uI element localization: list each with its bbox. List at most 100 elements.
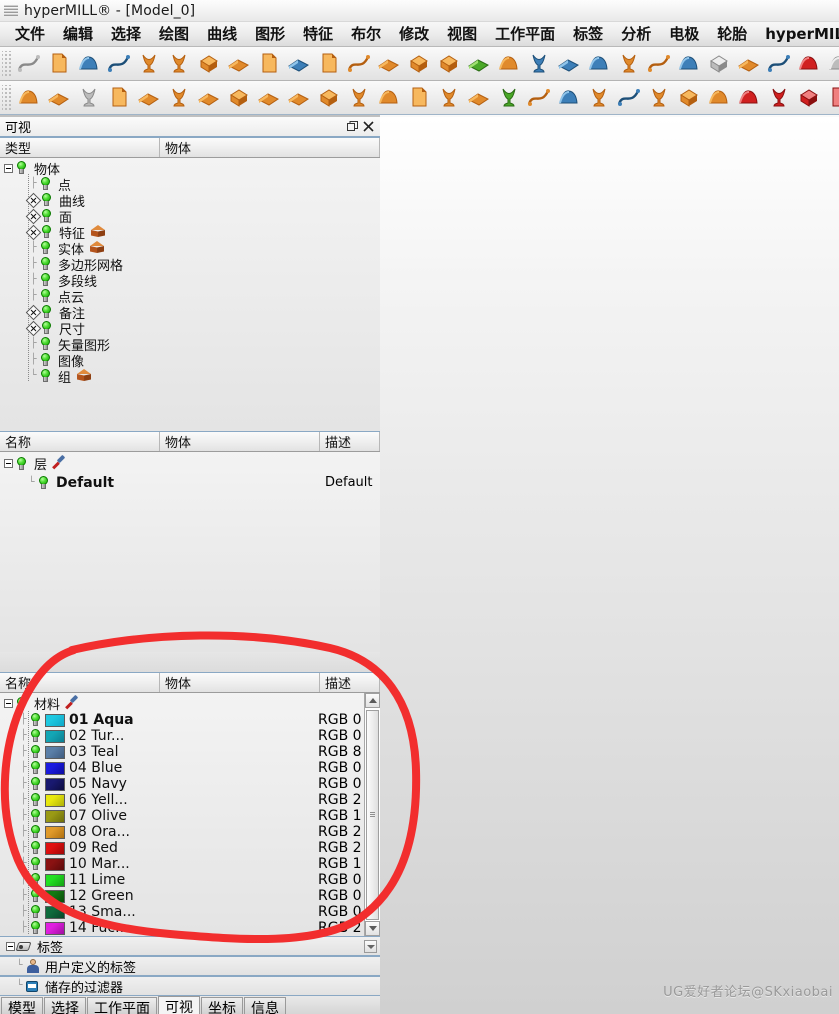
green-pin-icon[interactable] xyxy=(29,793,42,807)
collapsed-section-row[interactable]: └ 储存的过滤器 xyxy=(0,976,380,996)
collapsed-section-row[interactable]: 标签 xyxy=(0,936,380,956)
tab-1[interactable]: 选择 xyxy=(44,997,86,1014)
material-row[interactable]: ├ 03 Teal RGB 8 xyxy=(0,744,364,760)
column-header-type[interactable]: 类型 xyxy=(0,138,160,157)
menu-file[interactable]: 文件 xyxy=(6,22,54,46)
menu-tag[interactable]: 标签 xyxy=(564,22,612,46)
material-row[interactable]: ├ 01 Aqua RGB 0 xyxy=(0,712,364,728)
green-pin-icon[interactable] xyxy=(40,209,53,223)
draft-surface-button[interactable] xyxy=(704,83,734,113)
menu-hypermill[interactable]: hyperMILL xyxy=(756,22,839,46)
material-color-swatch[interactable] xyxy=(45,905,65,919)
material-color-swatch[interactable] xyxy=(45,729,65,743)
green-pin-icon[interactable] xyxy=(29,729,42,743)
green-pin-icon[interactable] xyxy=(39,241,52,255)
spline-button[interactable] xyxy=(404,83,434,113)
visibility-tree-row[interactable]: 面 xyxy=(0,208,380,226)
visibility-tree-row[interactable]: └ 组 xyxy=(0,368,380,386)
cylinder-info-button[interactable] xyxy=(14,83,44,113)
menu-boolean[interactable]: 布尔 xyxy=(342,22,390,46)
green-pin-icon[interactable] xyxy=(15,161,28,175)
menu-view[interactable]: 视图 xyxy=(438,22,486,46)
toolbar-grip[interactable] xyxy=(2,84,11,111)
material-row[interactable]: ├ 10 Mar... RGB 1 xyxy=(0,856,364,872)
visibility-tree-row[interactable]: 特征 xyxy=(0,224,380,242)
ruled-surface-button[interactable] xyxy=(224,49,254,79)
new-document-button[interactable] xyxy=(14,49,44,79)
circle-radius-button[interactable] xyxy=(374,83,404,113)
green-pin-icon[interactable] xyxy=(29,857,42,871)
layer-tree-row[interactable]: └ Default Default xyxy=(0,473,380,492)
menu-analyze[interactable]: 分析 xyxy=(612,22,660,46)
wire-mesh-button[interactable] xyxy=(494,83,524,113)
material-color-swatch[interactable] xyxy=(45,857,65,871)
striped-tube-button[interactable] xyxy=(284,49,314,79)
black-box-button[interactable] xyxy=(524,49,554,79)
ruled-lines-button[interactable] xyxy=(524,83,554,113)
material-color-swatch[interactable] xyxy=(45,889,65,903)
material-row[interactable]: ├ 08 Ora... RGB 2 xyxy=(0,824,364,840)
tab-4[interactable]: 坐标 xyxy=(201,997,243,1014)
visibility-tree-row[interactable]: 备注 xyxy=(0,304,380,322)
menu-feature[interactable]: 特征 xyxy=(294,22,342,46)
green-pin-icon[interactable] xyxy=(39,353,52,367)
green-pin-icon[interactable] xyxy=(15,696,28,711)
radius-measure-button[interactable] xyxy=(164,83,194,113)
visibility-tree[interactable]: 物体 ├ 点曲线面特征 ├ 实体 ├ 多边形网格 ├ 多段线 ├ 点云 备注 尺寸 ├ 矢量图形 ├ 图像 └ 组 xyxy=(0,158,380,431)
toolbar-grip[interactable] xyxy=(2,50,11,77)
green-pin-icon[interactable] xyxy=(29,841,42,855)
tree-expander-minus[interactable] xyxy=(6,941,15,951)
pipette-icon[interactable] xyxy=(65,694,79,711)
green-pin-icon[interactable] xyxy=(40,193,53,207)
red-box-button[interactable] xyxy=(734,83,764,113)
star-stripes-button[interactable] xyxy=(674,49,704,79)
shell-surface-button[interactable] xyxy=(404,49,434,79)
visibility-tree-row[interactable]: 物体 xyxy=(0,160,380,178)
goblet-revolve-button[interactable] xyxy=(134,49,164,79)
menu-curve[interactable]: 曲线 xyxy=(198,22,246,46)
collapsed-section-row[interactable]: └ 用户定义的标签 xyxy=(0,956,380,976)
rectangle-button[interactable] xyxy=(344,83,374,113)
tab-3-active[interactable]: 可视 xyxy=(158,996,200,1014)
menu-electrode[interactable]: 电极 xyxy=(660,22,708,46)
undo-arrow-button[interactable] xyxy=(704,49,734,79)
green-pin-icon[interactable] xyxy=(39,369,52,383)
column-header-name[interactable]: 名称 xyxy=(0,432,160,451)
menu-shape[interactable]: 图形 xyxy=(246,22,294,46)
column-header-description[interactable]: 描述 xyxy=(320,432,380,451)
material-color-swatch[interactable] xyxy=(45,793,65,807)
green-pin-icon[interactable] xyxy=(29,745,42,759)
lofted-surface-button[interactable] xyxy=(194,49,224,79)
green-pin-icon[interactable] xyxy=(40,321,53,335)
material-row[interactable]: ├ 11 Lime RGB 0 xyxy=(0,872,364,888)
layer-tree[interactable]: 层 └ Default Default xyxy=(0,452,380,652)
visibility-tree-row[interactable]: ├ 点 xyxy=(0,176,380,194)
blue-stripes-button[interactable] xyxy=(584,49,614,79)
pipette-icon[interactable] xyxy=(52,454,66,471)
column-header-object[interactable]: 物体 xyxy=(160,432,320,451)
trophy-select-button[interactable] xyxy=(614,49,644,79)
close-icon[interactable] xyxy=(360,119,376,135)
green-pin-icon[interactable] xyxy=(29,905,42,919)
flat-pattern-button[interactable] xyxy=(284,83,314,113)
restore-icon[interactable] xyxy=(344,119,360,135)
red-cylinder-button[interactable] xyxy=(794,83,824,113)
lofted-surface-button[interactable] xyxy=(674,83,704,113)
color-faces-button[interactable] xyxy=(374,49,404,79)
green-pin-icon[interactable] xyxy=(29,889,42,903)
green-pin-icon[interactable] xyxy=(37,475,50,490)
green-pin-icon[interactable] xyxy=(39,289,52,303)
blue-fold-button[interactable] xyxy=(764,49,794,79)
green-pin-icon[interactable] xyxy=(39,273,52,287)
tab-2[interactable]: 工作平面 xyxy=(87,997,157,1014)
green-pin-icon[interactable] xyxy=(29,921,42,935)
tangent-line-button[interactable] xyxy=(464,83,494,113)
column-header-object[interactable]: 物体 xyxy=(160,673,320,692)
menu-edit[interactable]: 编辑 xyxy=(54,22,102,46)
swept-surface-button[interactable] xyxy=(254,49,284,79)
visibility-tree-row[interactable]: ├ 点云 xyxy=(0,288,380,306)
material-color-swatch[interactable] xyxy=(45,809,65,823)
material-color-swatch[interactable] xyxy=(45,825,65,839)
scroll-up-button[interactable] xyxy=(365,693,380,708)
red-machine-button[interactable] xyxy=(794,49,824,79)
